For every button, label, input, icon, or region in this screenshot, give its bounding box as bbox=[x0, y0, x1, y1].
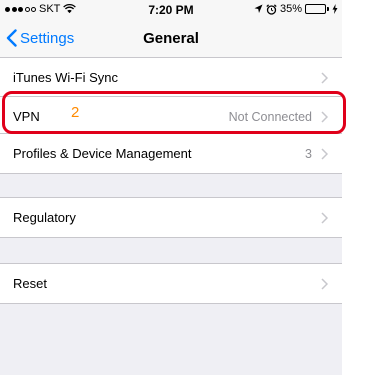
alarm-clock-icon bbox=[266, 3, 277, 15]
profiles-device-management-row[interactable]: Profiles & Device Management 3 bbox=[0, 134, 342, 173]
charging-bolt-icon bbox=[332, 4, 338, 14]
vpn-highlight-box bbox=[2, 91, 346, 134]
location-arrow-icon bbox=[254, 4, 263, 13]
chevron-right-icon bbox=[321, 278, 328, 290]
profiles-device-management-label: Profiles & Device Management bbox=[13, 146, 192, 161]
settings-screen: SKT 7:20 PM 35% Settings General iTunes … bbox=[0, 0, 342, 375]
group-regulatory: Regulatory bbox=[0, 197, 342, 238]
status-bar: SKT 7:20 PM 35% bbox=[0, 0, 342, 20]
battery-icon bbox=[305, 4, 329, 14]
group-reset: Reset bbox=[0, 263, 342, 304]
page-title: General bbox=[143, 30, 199, 47]
reset-label: Reset bbox=[13, 276, 47, 291]
annotation-number: 2 bbox=[71, 104, 80, 121]
chevron-right-icon bbox=[321, 148, 328, 160]
chevron-right-icon bbox=[321, 212, 328, 224]
reset-row[interactable]: Reset bbox=[0, 264, 342, 303]
status-right: 35% bbox=[254, 3, 338, 15]
chevron-right-icon bbox=[321, 72, 328, 84]
itunes-wifi-sync-label: iTunes Wi-Fi Sync bbox=[13, 70, 118, 85]
profiles-count: 3 bbox=[305, 146, 312, 161]
regulatory-label: Regulatory bbox=[13, 210, 76, 225]
group-profiles: Profiles & Device Management 3 bbox=[0, 133, 342, 174]
battery-percentage: 35% bbox=[279, 3, 302, 15]
navigation-bar: Settings General bbox=[0, 20, 342, 59]
regulatory-row[interactable]: Regulatory bbox=[0, 198, 342, 237]
